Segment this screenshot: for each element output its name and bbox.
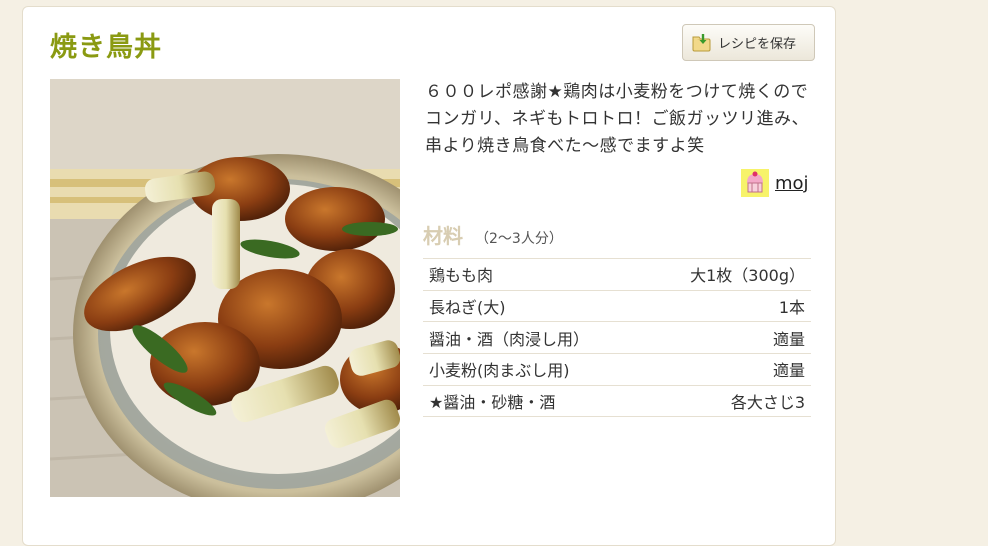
save-button-label: レシピを保存 <box>718 37 797 52</box>
ingredient-row: 鶏もも肉 大1枚（300g） <box>423 259 811 291</box>
ingredient-quantity: 適量 <box>772 361 805 381</box>
ingredient-quantity: 適量 <box>772 329 805 349</box>
ingredient-row: ★醤油・砂糖・酒 各大さじ3 <box>423 386 811 418</box>
ingredient-name: 小麦粉(肉まぶし用) <box>429 361 570 381</box>
recipe-photo <box>50 79 400 497</box>
ingredient-row: 小麦粉(肉まぶし用) 適量 <box>423 354 811 386</box>
author-info: moj <box>741 169 809 197</box>
ingredient-quantity: 大1枚（300g） <box>690 266 805 286</box>
ingredient-name: 鶏もも肉 <box>429 266 494 286</box>
ingredients-title: 材料 <box>423 224 463 248</box>
ingredient-name: ★醤油・砂糖・酒 <box>429 393 556 413</box>
ingredient-row: 長ねぎ(大) 1本 <box>423 291 811 323</box>
ingredient-quantity: 1本 <box>778 298 805 318</box>
recipe-title: 焼き鳥丼 <box>50 32 162 63</box>
folder-download-icon <box>692 33 711 51</box>
ingredient-name: 醤油・酒（肉浸し用） <box>429 329 590 349</box>
ingredients-table: 鶏もも肉 大1枚（300g） 長ねぎ(大) 1本 醤油・酒（肉浸し用） 適量 小… <box>423 258 811 418</box>
ingredients-heading: 材料 （2～3人分） <box>423 220 563 249</box>
save-recipe-button[interactable]: レシピを保存 <box>682 24 815 61</box>
ingredient-row: 醤油・酒（肉浸し用） 適量 <box>423 322 811 355</box>
recipe-description: ６００レポ感謝★鶏肉は小麦粉をつけて焼くのでコンガリ、ネギもトロトロ！ご飯ガッツ… <box>425 82 809 156</box>
recipe-card: 焼き鳥丼 レシピを保存 ６００レポ感謝★鶏肉は小麦粉をつけて焼くのでコンガリ、ネ… <box>22 6 836 546</box>
servings-label: （2～3人分） <box>475 231 563 247</box>
muffin-avatar-icon[interactable] <box>741 169 769 197</box>
ingredient-name: 長ねぎ(大) <box>429 298 506 318</box>
ingredient-quantity: 各大さじ3 <box>730 393 805 413</box>
author-link[interactable]: moj <box>775 173 809 194</box>
recipe-photo-image <box>50 79 400 497</box>
